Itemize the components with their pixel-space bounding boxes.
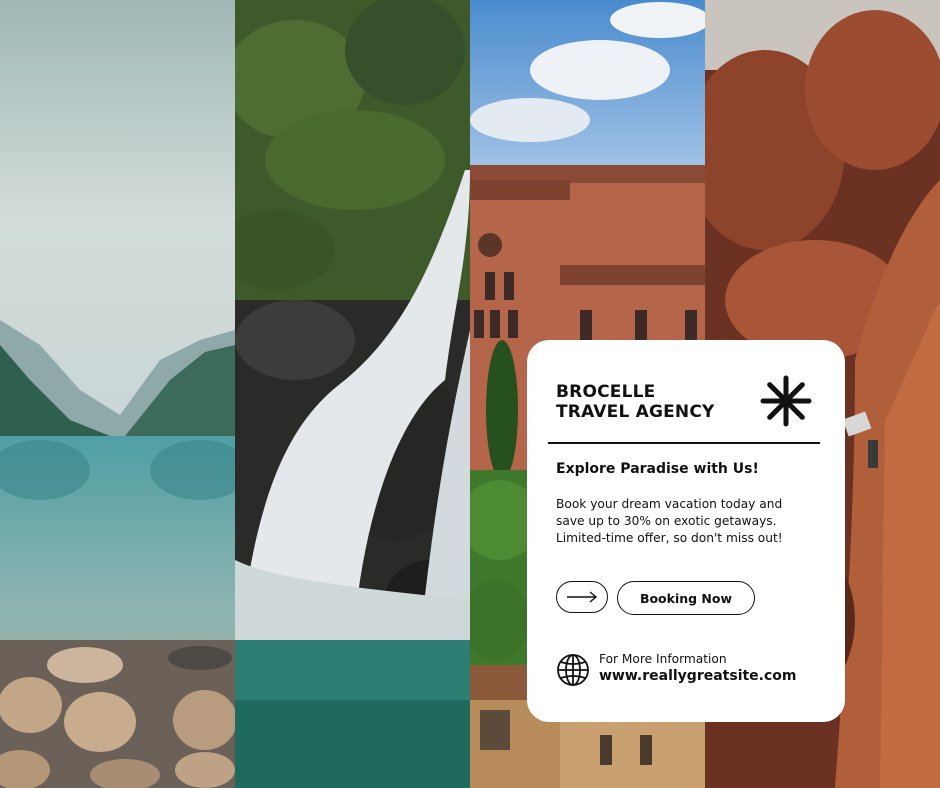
globe-icon [557, 654, 589, 686]
booking-now-button[interactable]: Booking Now [617, 581, 755, 615]
description-line: save up to 30% on exotic getaways. [556, 514, 777, 528]
description-line: Limited-time offer, so don't miss out! [556, 531, 783, 545]
asterisk-icon [760, 375, 812, 427]
brand-line-2: TRAVEL AGENCY [556, 402, 715, 422]
description: Book your dream vacation today and save … [556, 496, 816, 547]
info-card: BROCELLE TRAVEL AGENCY Explore Paradise … [527, 340, 845, 722]
waterfall-photo [235, 0, 470, 788]
divider [548, 442, 820, 444]
mountain-lake-photo [0, 0, 235, 788]
headline: Explore Paradise with Us! [556, 461, 759, 477]
info-label: For More Information [599, 652, 727, 666]
arrow-button[interactable] [556, 581, 608, 613]
website-link[interactable]: www.reallygreatsite.com [599, 668, 797, 684]
brand-name: BROCELLE TRAVEL AGENCY [556, 382, 715, 422]
description-line: Book your dream vacation today and [556, 497, 783, 511]
brand-line-1: BROCELLE [556, 382, 656, 402]
arrow-right-icon [567, 591, 598, 603]
